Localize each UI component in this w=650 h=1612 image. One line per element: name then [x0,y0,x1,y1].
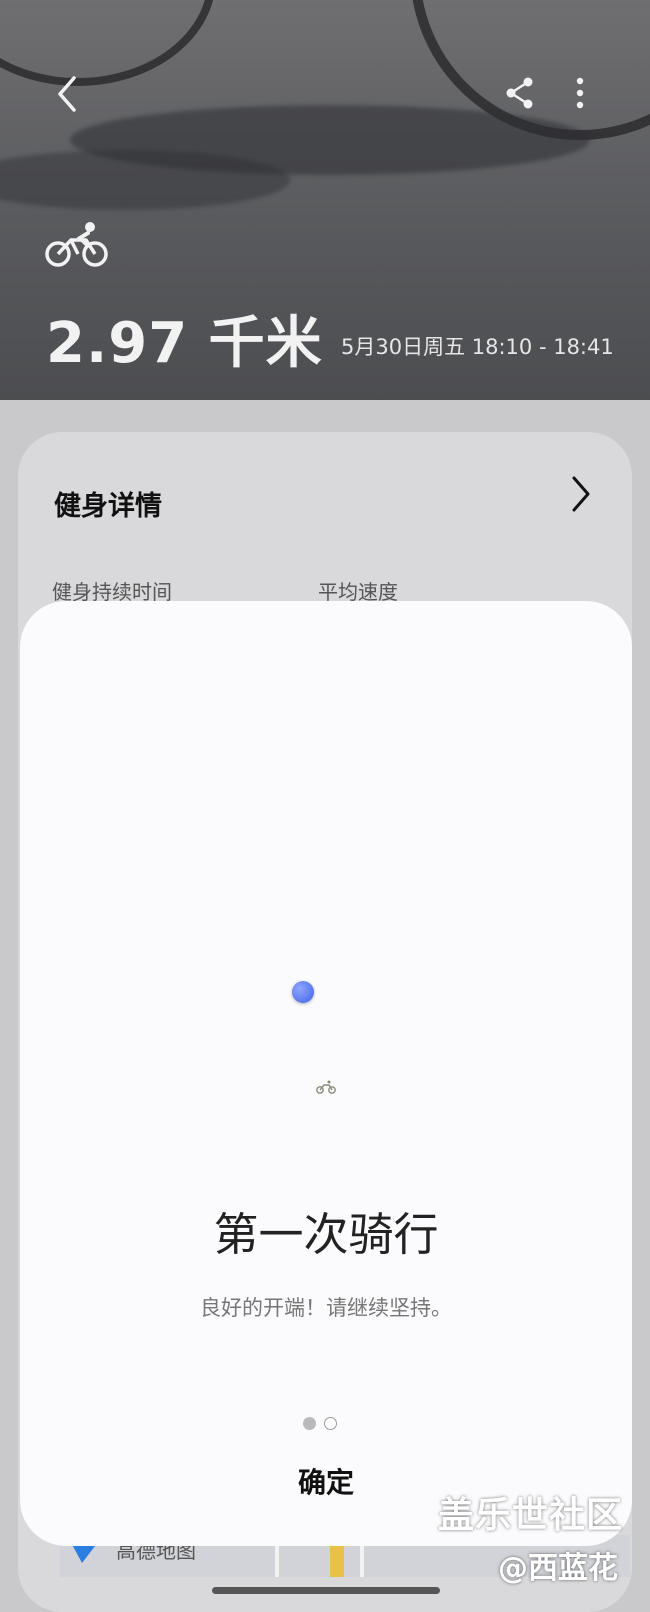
distance-value: 2.97 千米 [46,311,323,376]
hero-header: 2.97 千米 5月30日周五 18:10 - 18:41 [0,0,650,400]
bicycle-icon [44,220,110,272]
dialog-title: 第一次骑行 [213,1208,439,1261]
page-dot[interactable] [324,1417,337,1430]
workout-datetime: 5月30日周五 18:10 - 18:41 [341,335,614,359]
home-indicator[interactable] [212,1587,440,1594]
bicycle-icon [316,1079,336,1098]
detail-title: 健身详情 [54,491,162,522]
confirm-button[interactable]: 确定 [266,1461,386,1501]
share-icon[interactable] [504,76,536,116]
dialog-subtitle: 良好的开端！请继续坚持。 [200,1296,452,1320]
page-dot-active[interactable] [303,1417,316,1430]
back-icon[interactable] [54,74,80,120]
page-indicator[interactable] [303,1417,337,1430]
watermark-author: @西蓝花 [498,1551,618,1586]
bicycle-wheel-image [0,0,216,86]
chevron-right-icon[interactable] [570,474,592,518]
achievement-dialog: 第一次骑行 良好的开端！请继续坚持。 确定 [20,601,632,1546]
location-dot-icon [292,981,314,1003]
more-icon[interactable] [574,76,586,116]
bicycle-shadow-image [0,150,290,210]
watermark-community: 盖乐世社区 [438,1495,624,1536]
